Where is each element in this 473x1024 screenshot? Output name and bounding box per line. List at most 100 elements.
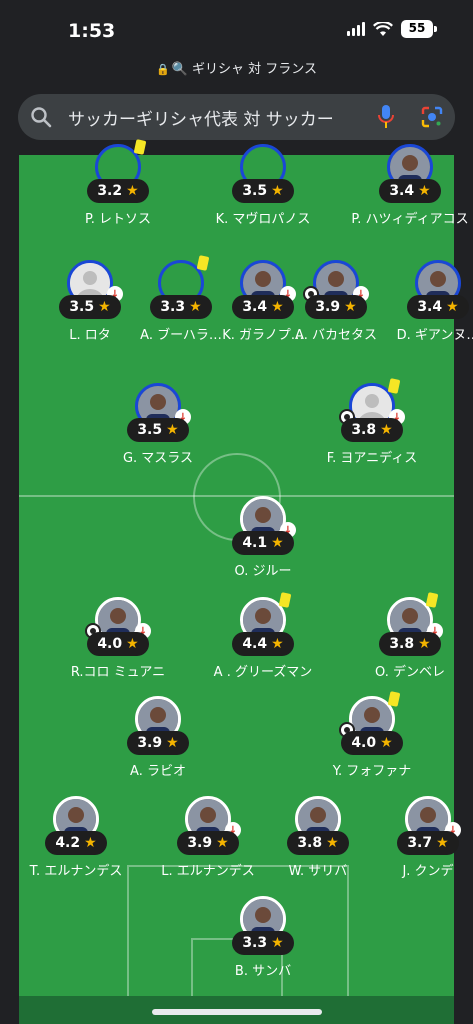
player-p11[interactable]: ↓ 4.1 ★ O. ジルー [208,496,318,594]
microphone-icon[interactable] [363,94,409,140]
player-rating: 3.8 ★ [341,418,403,442]
home-indicator [152,1009,322,1015]
player-p2[interactable]: 3.5 ★ K. マヴロパノス [208,144,318,242]
rating-value: 3.9 [187,835,213,851]
player-name: F. ヨアニディス [326,451,418,466]
player-rating: 3.5 ★ [127,418,189,442]
star-icon: ★ [418,636,431,652]
player-rating: 3.9 ★ [305,295,367,319]
yellow-card-icon [387,378,401,394]
search-input[interactable]: サッカーギリシャ代表 対 サッカー [64,105,363,130]
star-icon: ★ [436,835,449,851]
yellow-card-icon [278,592,292,608]
player-rating: 3.7 ★ [397,831,459,855]
url-bar[interactable]: 🔒 🔍 ギリシャ 対 フランス [0,58,473,78]
rating-value: 3.8 [297,835,323,851]
player-p21[interactable]: 3.3 ★ B. サンバ [208,896,318,994]
rating-value: 3.8 [351,422,377,438]
rating-value: 3.4 [242,299,268,315]
player-name: O. ジルー [234,564,292,579]
star-icon: ★ [98,299,111,315]
star-icon: ★ [326,835,339,851]
rating-value: 3.7 [407,835,433,851]
star-icon: ★ [126,636,139,652]
player-rating: 4.0 ★ [341,731,403,755]
star-icon: ★ [271,636,284,652]
player-p16[interactable]: 4.0 ★ Y. フォファナ [317,691,427,794]
player-rating: 3.5 ★ [232,179,294,203]
rating-value: 3.9 [315,299,341,315]
star-icon: ★ [446,299,459,315]
player-p9[interactable]: ↓ 3.5 ★ G. マスラス [103,383,213,481]
rating-value: 4.4 [242,636,268,652]
rating-value: 3.5 [137,422,163,438]
rating-value: 4.1 [242,535,268,551]
star-icon: ★ [126,183,139,199]
player-name: B. サンバ [234,964,292,979]
player-name: T. エルナンデス [29,864,123,879]
star-icon: ★ [84,835,97,851]
rating-value: 3.3 [160,299,186,315]
player-p8[interactable]: 3.4 ★ D. ギアンヌ… [383,260,473,358]
star-icon: ★ [380,422,393,438]
star-icon: ★ [166,422,179,438]
status-bar: 1:53 55 [0,0,473,56]
status-icons: 55 [347,20,437,38]
player-name: A. ラビオ [130,764,186,779]
battery-icon: 55 [401,20,437,38]
player-p1[interactable]: 3.2 ★ P. レトソス [63,139,173,242]
star-icon: ★ [380,735,393,751]
yellow-card-icon [425,592,439,608]
rating-value: 3.9 [137,735,163,751]
star-icon: ★ [418,183,431,199]
player-rating: 3.4 ★ [407,295,469,319]
player-rating: 3.9 ★ [177,831,239,855]
player-p18[interactable]: ↓ 3.9 ★ L. エルナンデス [153,796,263,894]
search-icon[interactable] [18,94,64,140]
player-name: Y. フォファナ [332,764,412,779]
yellow-card-icon [387,691,401,707]
rating-value: 4.0 [97,636,123,652]
player-p3[interactable]: 3.4 ★ P. ハツィディアコス [351,144,469,242]
player-p17[interactable]: 4.2 ★ T. エルナンデス [21,796,131,894]
player-name: R.コロ ミュアニ [70,665,166,680]
player-rating: 3.3 ★ [150,295,212,319]
search-box[interactable]: サッカーギリシャ代表 対 サッカー [18,94,455,140]
player-p10[interactable]: ↓ 3.8 ★ F. ヨアニディス [317,378,427,481]
player-p7[interactable]: ↓ 3.9 ★ A. バカセタス [281,260,391,358]
player-rating: 3.3 ★ [232,931,294,955]
player-p12[interactable]: ↓ 4.0 ★ R.コロ ミュアニ [63,597,173,695]
player-p15[interactable]: 3.9 ★ A. ラビオ [103,696,213,794]
player-rating: 4.1 ★ [232,531,294,555]
rating-value: 3.5 [242,183,268,199]
star-icon: ★ [189,299,202,315]
google-lens-icon[interactable] [409,94,455,140]
player-rating: 3.4 ★ [379,179,441,203]
search-small-icon: 🔍 [171,62,188,77]
star-icon: ★ [216,835,229,851]
player-p14[interactable]: ↓ 3.8 ★ O. デンベレ [355,592,465,695]
player-p19[interactable]: 3.8 ★ W. サリバ [263,796,373,894]
player-rating: 4.2 ★ [45,831,107,855]
player-p20[interactable]: ↓ 3.7 ★ J. クンデ [373,796,473,894]
player-name: P. レトソス [84,212,152,227]
lock-icon: 🔒 [155,63,170,76]
rating-value: 3.4 [417,299,443,315]
player-name: O. デンベレ [375,665,445,680]
player-rating: 3.9 ★ [127,731,189,755]
player-p13[interactable]: 4.4 ★ A . グリーズマン [208,592,318,695]
star-icon: ★ [271,935,284,951]
rating-value: 3.3 [242,935,268,951]
player-name: J. クンデ [402,864,454,879]
url-text: ギリシャ 対 フランス [192,62,318,77]
star-icon: ★ [271,183,284,199]
player-name: K. マヴロパノス [215,212,311,227]
rating-value: 3.2 [97,183,123,199]
rating-value: 3.5 [69,299,95,315]
rating-value: 3.8 [389,636,415,652]
player-name: G. マスラス [122,451,194,466]
cellular-signal-icon [347,22,365,36]
yellow-card-icon [133,139,147,155]
rating-value: 3.4 [389,183,415,199]
star-icon: ★ [344,299,357,315]
